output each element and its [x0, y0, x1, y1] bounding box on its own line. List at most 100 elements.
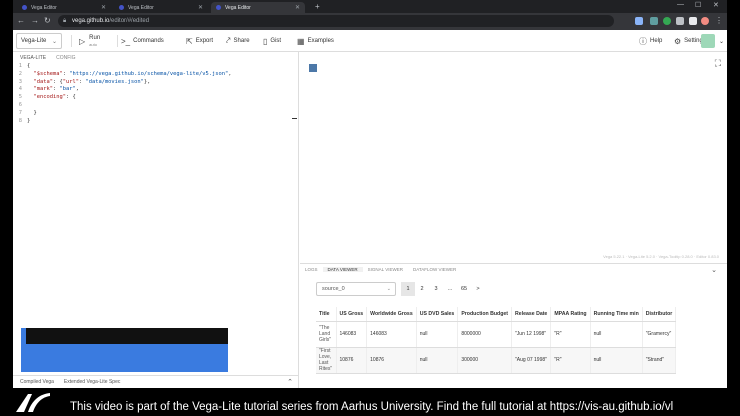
code-line[interactable]: 6	[13, 102, 299, 110]
output-pane: ⛶ Vega 5.22.1 · Vega-Lite 5.2.0 · Vega-T…	[300, 52, 727, 388]
gist-button[interactable]: ▯ Gist	[263, 30, 281, 52]
maximize-icon[interactable]: ☐	[695, 1, 701, 9]
reload-icon[interactable]: ↻	[44, 16, 51, 25]
column-header[interactable]: Distributor	[642, 307, 677, 322]
tab-title: Vega Editor	[225, 4, 251, 11]
new-tab-button[interactable]: +	[315, 2, 320, 11]
examples-button[interactable]: ▦ Examples	[297, 30, 334, 52]
browser-tab[interactable]: Vega Editor ✕	[114, 2, 208, 13]
column-header[interactable]: US Gross	[336, 307, 368, 322]
close-window-icon[interactable]: ✕	[713, 1, 719, 9]
table-cell: 146083	[336, 321, 368, 348]
chevron-down-icon: ⌄	[386, 286, 391, 292]
collapse-panel-icon[interactable]: ⌄	[706, 266, 722, 274]
chevron-down-icon[interactable]: ⌄	[719, 30, 724, 52]
table-row: "First Love, Last Rites" 10876 10876 null 30…	[316, 347, 677, 374]
extension-icon[interactable]	[663, 17, 671, 25]
column-header[interactable]: Worldwide Gross	[366, 307, 417, 322]
share-button[interactable]: ⤤ Share	[226, 30, 250, 52]
code-line[interactable]: 8}	[13, 118, 299, 126]
column-header[interactable]: MPAA Rating	[550, 307, 591, 322]
tab-config[interactable]: Config	[56, 55, 75, 61]
column-header[interactable]: Release Date	[511, 307, 552, 322]
code-text: "mark": "bar",	[33, 86, 79, 93]
browser-window: Vega Editor ✕ Vega Editor ✕ Vega Editor …	[13, 0, 727, 388]
table-cell: "R"	[550, 347, 591, 374]
tab-compiled-vega[interactable]: Compiled Vega	[20, 379, 54, 385]
code-line[interactable]: 5 "encoding": {	[13, 94, 299, 102]
export-button[interactable]: ⇱ Export	[186, 30, 213, 52]
close-tab-icon[interactable]: ✕	[198, 4, 203, 11]
panel-tab[interactable]: Signal Viewer	[363, 267, 408, 272]
page-button[interactable]: 65	[457, 282, 471, 296]
rendered-bar-mark	[309, 64, 317, 72]
fullscreen-icon[interactable]: ⛶	[715, 58, 721, 69]
code-line[interactable]: 1{	[13, 63, 299, 71]
column-header[interactable]: US DVD Sales	[416, 307, 459, 322]
pagination: 1 2 3... 65 >	[401, 282, 485, 296]
menu-icon[interactable]: ⋮	[715, 16, 723, 25]
browser-tab-active[interactable]: Vega Editor ✕	[211, 2, 305, 13]
help-button[interactable]: ⓘ Help	[639, 30, 662, 52]
divider	[117, 35, 118, 47]
tab-extended-spec[interactable]: Extended Vega-Lite Spec	[64, 379, 120, 385]
close-tab-icon[interactable]: ✕	[101, 4, 106, 11]
table-cell: "Jun 12 1998"	[511, 321, 552, 348]
column-header[interactable]: Running Time min	[590, 307, 643, 322]
panel-tab[interactable]: Dataflow Viewer	[408, 267, 461, 272]
terminal-icon: >_	[121, 36, 131, 46]
close-tab-icon[interactable]: ✕	[295, 4, 300, 11]
code-line[interactable]: 3 "data": {"url": "data/movies.json"},	[13, 79, 299, 87]
chevron-up-icon[interactable]: ⌃	[287, 378, 293, 386]
panel-tab[interactable]: Data Viewer	[322, 267, 363, 272]
vega-favicon-icon	[22, 5, 27, 10]
profile-icon[interactable]	[701, 17, 709, 25]
editor-toolbar: Vega-Lite ⌄ ▷ Run auto >_ Commands ⇱ Exp…	[13, 30, 727, 52]
page-button[interactable]: 1	[401, 282, 415, 296]
code-line[interactable]: 2 "$schema": "https://vega.github.io/sch…	[13, 71, 299, 79]
url-bar[interactable]: 🔒︎ vega.github.io/editor/#/edited	[58, 15, 614, 27]
grid-icon: ▦	[297, 36, 305, 46]
next-page-button[interactable]: >	[471, 282, 485, 296]
code-editor[interactable]: 1{2 "$schema": "https://vega.github.io/s…	[13, 63, 299, 133]
back-icon[interactable]: ←	[17, 16, 25, 25]
table-cell: 300000	[457, 347, 513, 374]
splitter-handle[interactable]	[292, 118, 297, 119]
commands-button[interactable]: >_ Commands	[121, 30, 164, 52]
panel-tab[interactable]: Logs	[300, 267, 323, 272]
debug-panel-tabs: Logs Data Viewer Signal Viewer Dataflow Vie…	[300, 263, 727, 275]
extension-icon[interactable]	[635, 17, 643, 25]
line-number: 3	[18, 78, 22, 85]
puzzle-icon[interactable]	[676, 17, 684, 25]
page-button[interactable]: 2	[415, 282, 429, 296]
dataset-select[interactable]: source_0 ⌄	[316, 282, 396, 296]
tab-strip: Vega Editor ✕ Vega Editor ✕ Vega Editor …	[13, 0, 727, 13]
data-table: Title US Gross Worldwide Gross US DVD Sales…	[316, 307, 677, 374]
code-line[interactable]: 7 }	[13, 110, 299, 118]
code-line[interactable]: 4 "mark": "bar",	[13, 86, 299, 94]
line-number: 5	[18, 94, 22, 101]
column-header[interactable]: Production Budget	[457, 307, 513, 322]
table-cell: "First Love, Last Rites"	[316, 347, 337, 374]
tab-vega-lite[interactable]: Vega-Lite	[20, 55, 46, 61]
code-text: "encoding": {	[33, 94, 76, 101]
mode-label: Vega-Lite	[21, 38, 47, 44]
sidebar-icon[interactable]	[689, 17, 697, 25]
table-cell: null	[416, 321, 459, 348]
address-bar-row: ← → ↻ 🔒︎ vega.github.io/editor/#/edited …	[13, 13, 727, 30]
forward-icon[interactable]: →	[31, 16, 39, 25]
table-cell: "Strand"	[642, 347, 677, 374]
extension-icon[interactable]	[650, 17, 658, 25]
page-button[interactable]: 3	[429, 282, 443, 296]
code-text: }	[27, 109, 37, 116]
compiled-tabs: Compiled Vega Extended Vega-Lite Spec ⌃	[13, 375, 299, 388]
column-header[interactable]: Title	[316, 307, 337, 322]
browser-tab[interactable]: Vega Editor ✕	[17, 2, 111, 13]
minimize-icon[interactable]: —	[677, 1, 684, 8]
avatar[interactable]	[701, 34, 715, 48]
mode-select[interactable]: Vega-Lite ⌄	[16, 33, 62, 49]
run-button[interactable]: ▷ Run auto	[79, 32, 100, 50]
caption-banner: This video is part of the Vega-Lite tuto…	[0, 388, 740, 416]
caption-text: This video is part of the Vega-Lite tuto…	[70, 401, 674, 413]
table-cell: 146083	[366, 321, 417, 348]
